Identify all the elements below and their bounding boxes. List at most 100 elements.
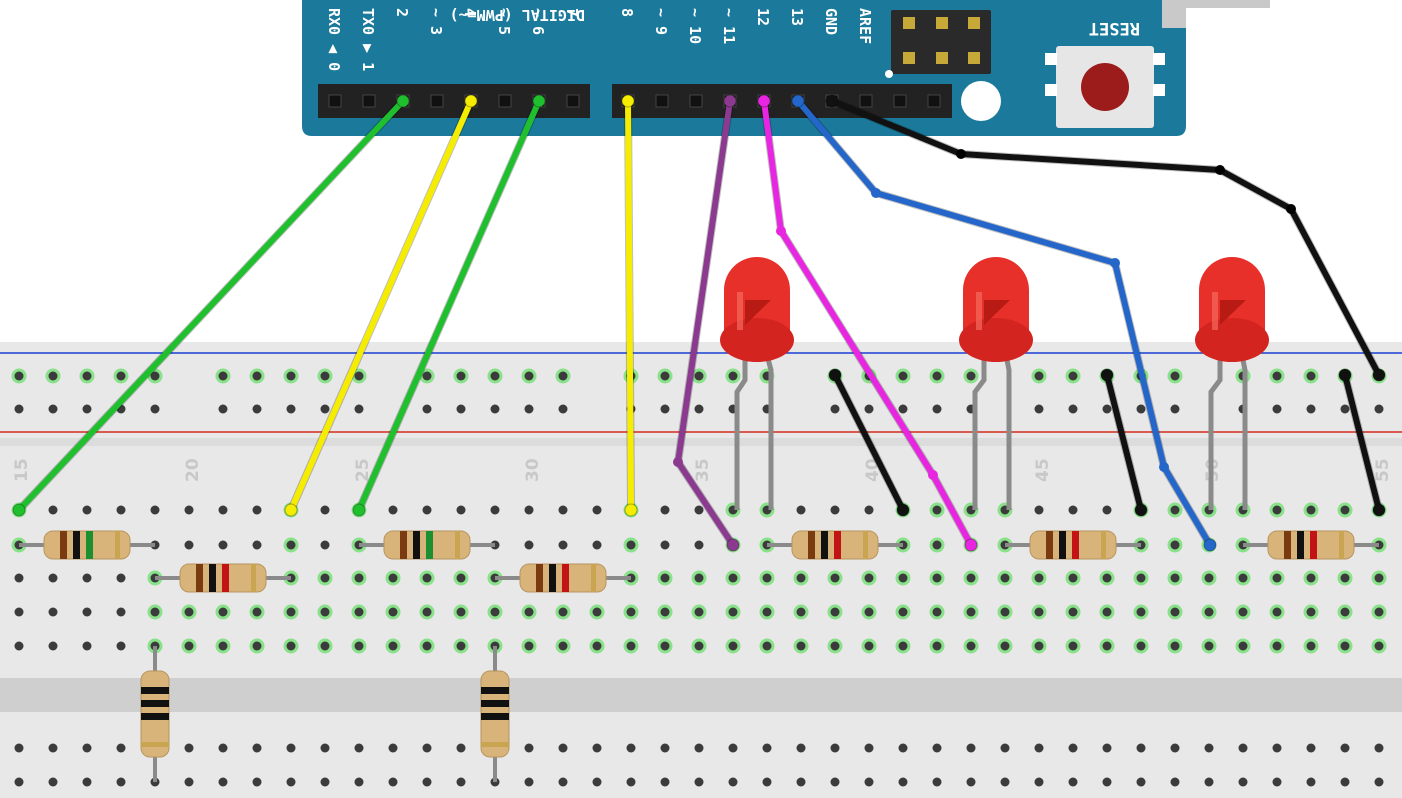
hole xyxy=(728,777,738,787)
hole xyxy=(1306,607,1316,617)
hole xyxy=(1272,404,1282,414)
resistor-band xyxy=(481,687,509,694)
hole xyxy=(592,743,602,753)
hole xyxy=(932,573,942,583)
hole xyxy=(762,743,772,753)
wire-bend xyxy=(928,470,938,480)
header-pin xyxy=(689,94,703,108)
hole xyxy=(830,505,840,515)
hole xyxy=(558,371,568,381)
hole xyxy=(48,371,58,381)
hole xyxy=(354,371,364,381)
hole xyxy=(456,505,466,515)
resistor-band xyxy=(591,564,596,592)
resistor-band xyxy=(141,742,169,747)
hole xyxy=(286,371,296,381)
hole xyxy=(286,743,296,753)
hole xyxy=(14,573,24,583)
hole xyxy=(184,641,194,651)
reset-button-cap[interactable] xyxy=(1081,63,1129,111)
hole xyxy=(354,573,364,583)
hole xyxy=(898,607,908,617)
hole xyxy=(48,743,58,753)
resistor-band xyxy=(821,531,828,559)
hole xyxy=(694,777,704,787)
hole xyxy=(626,743,636,753)
hole xyxy=(1340,777,1350,787)
hole xyxy=(388,573,398,583)
hole xyxy=(286,404,296,414)
hole xyxy=(660,371,670,381)
hole xyxy=(1102,573,1112,583)
hole xyxy=(320,371,330,381)
hole xyxy=(14,777,24,787)
hole xyxy=(864,404,874,414)
hole xyxy=(1068,505,1078,515)
header-pin xyxy=(328,94,342,108)
resistor-band xyxy=(1072,531,1079,559)
hole xyxy=(1136,607,1146,617)
hole xyxy=(184,607,194,617)
hole xyxy=(1306,641,1316,651)
hole xyxy=(116,743,126,753)
column-number: 45 xyxy=(1033,458,1053,482)
led-highlight xyxy=(1212,292,1218,330)
wire-end xyxy=(12,503,26,517)
hole xyxy=(388,641,398,651)
resistor-band xyxy=(413,531,420,559)
hole xyxy=(1034,404,1044,414)
hole xyxy=(558,540,568,550)
hole xyxy=(48,505,58,515)
pin-label: 4 xyxy=(461,8,479,17)
resistor-band xyxy=(481,700,509,707)
resistor-band xyxy=(196,564,203,592)
wire-bend xyxy=(956,149,966,159)
pin-label: ~ 10 xyxy=(686,8,704,44)
hole xyxy=(1136,641,1146,651)
hole xyxy=(82,743,92,753)
hole xyxy=(184,505,194,515)
pin-label: RX0 ◀ 0 xyxy=(325,8,343,71)
hole xyxy=(1204,573,1214,583)
wire-end xyxy=(464,94,478,108)
wire-end xyxy=(1134,503,1148,517)
wire-end xyxy=(1100,368,1114,382)
hole xyxy=(1340,641,1350,651)
resistor-band xyxy=(1059,531,1066,559)
hole xyxy=(1034,641,1044,651)
hole xyxy=(218,607,228,617)
hole xyxy=(456,641,466,651)
hole xyxy=(966,607,976,617)
hole xyxy=(150,404,160,414)
pin-label: AREF xyxy=(856,8,874,44)
hole xyxy=(1340,404,1350,414)
hole xyxy=(252,540,262,550)
wire-end xyxy=(621,94,635,108)
hole xyxy=(966,641,976,651)
hole xyxy=(1272,505,1282,515)
hole xyxy=(728,371,738,381)
hole xyxy=(898,404,908,414)
hole xyxy=(388,607,398,617)
hole xyxy=(830,404,840,414)
pin-label: ~ 5 xyxy=(495,8,513,35)
hole xyxy=(592,540,602,550)
hole xyxy=(1204,607,1214,617)
hole xyxy=(82,505,92,515)
hole xyxy=(1306,573,1316,583)
hole xyxy=(1204,743,1214,753)
hole xyxy=(1068,607,1078,617)
wire-end xyxy=(791,94,805,108)
hole xyxy=(1340,573,1350,583)
hole xyxy=(1272,371,1282,381)
hole xyxy=(864,777,874,787)
resistor-band xyxy=(1339,531,1344,559)
hole xyxy=(830,777,840,787)
hole xyxy=(218,777,228,787)
hole xyxy=(1272,573,1282,583)
hole xyxy=(660,777,670,787)
hole xyxy=(660,505,670,515)
hole xyxy=(422,505,432,515)
hole xyxy=(728,743,738,753)
hole xyxy=(82,371,92,381)
